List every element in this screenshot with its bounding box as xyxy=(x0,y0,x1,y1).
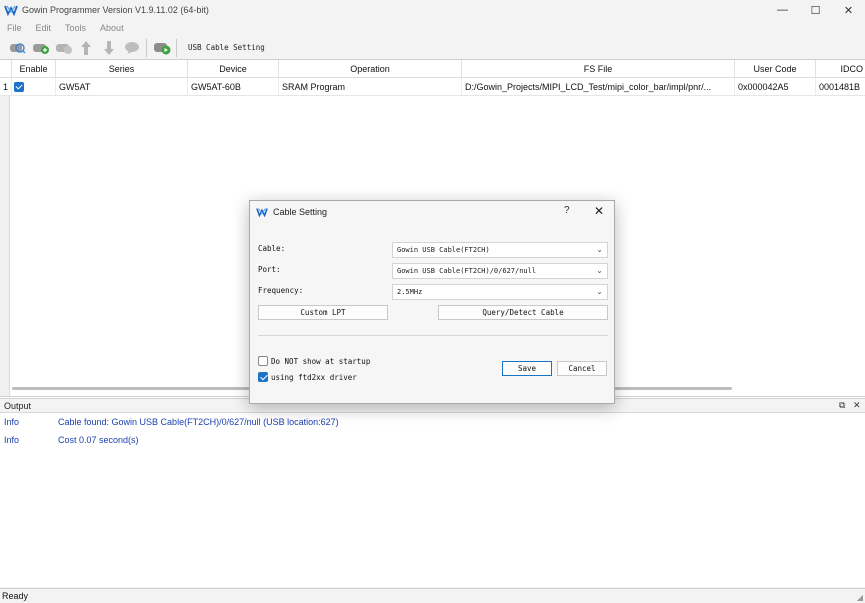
help-button[interactable]: ? xyxy=(564,205,570,216)
log-type: Info xyxy=(4,435,20,445)
port-label: Port: xyxy=(258,265,281,274)
cable-row: Cable: Gowin USB Cable(FT2CH) ⌄ xyxy=(258,242,608,258)
frequency-select[interactable]: 2.5MHz ⌄ xyxy=(392,284,608,300)
ftd2xx-label: using ftd2xx driver xyxy=(271,372,357,382)
menu-about[interactable]: About xyxy=(93,23,131,33)
cell-idcode: 0001481B xyxy=(819,82,861,92)
gowin-logo-icon xyxy=(4,5,18,17)
log-entry: Info Cost 0.07 second(s) xyxy=(0,431,865,449)
header-enable[interactable]: Enable xyxy=(12,60,56,77)
dont-show-option[interactable]: Do NOT show at startup xyxy=(258,355,370,367)
remove-device-button[interactable] xyxy=(52,38,74,58)
status-text: Ready xyxy=(2,591,29,601)
move-up-button[interactable] xyxy=(75,38,97,58)
output-title: Output xyxy=(4,400,32,411)
dont-show-label: Do NOT show at startup xyxy=(271,356,371,366)
port-value: Gowin USB Cable(FT2CH)/0/627/null xyxy=(397,267,537,275)
cell-series: GW5AT xyxy=(56,78,188,95)
table-header: Enable Series Device Operation FS File U… xyxy=(0,60,865,78)
port-row: Port: Gowin USB Cable(FT2CH)/0/627/null … xyxy=(258,263,608,279)
cable-value: Gowin USB Cable(FT2CH) xyxy=(397,246,490,254)
close-window-button[interactable]: ✕ xyxy=(832,0,865,20)
toolbar-divider-2 xyxy=(176,38,177,57)
log-entry: Info Cable found: Gowin USB Cable(FT2CH)… xyxy=(0,413,865,431)
header-idcode[interactable]: IDCO xyxy=(816,60,865,77)
resize-grip-icon[interactable]: ◢ xyxy=(857,593,863,602)
dialog-title-bar: Cable Setting ? ✕ xyxy=(250,201,614,223)
frequency-value: 2.5MHz xyxy=(397,288,423,296)
dialog-divider xyxy=(258,335,608,336)
arrow-up-icon xyxy=(81,40,91,55)
header-device[interactable]: Device xyxy=(188,60,279,77)
cell-fs-file[interactable]: D:/Gowin_Projects/MIPI_LCD_Test/mipi_col… xyxy=(462,78,735,95)
log-type: Info xyxy=(4,417,20,427)
dont-show-checkbox[interactable] xyxy=(258,356,268,366)
cell-operation[interactable]: SRAM Program xyxy=(279,78,462,95)
output-log: Info Cable found: Gowin USB Cable(FT2CH)… xyxy=(0,412,865,587)
row-number: 1 xyxy=(0,78,12,95)
float-panel-icon[interactable]: ⧉ xyxy=(839,400,845,411)
program-device-button[interactable] xyxy=(151,38,173,58)
port-select[interactable]: Gowin USB Cable(FT2CH)/0/627/null ⌄ xyxy=(392,263,608,279)
chevron-down-icon: ⌄ xyxy=(596,245,603,254)
close-panel-icon[interactable]: ✕ xyxy=(853,400,861,411)
scan-device-icon xyxy=(9,43,26,54)
cable-label: Cable: xyxy=(258,244,286,253)
maximize-button[interactable]: ☐ xyxy=(799,0,832,20)
chevron-down-icon: ⌄ xyxy=(596,266,603,275)
frequency-row: Frequency: 2.5MHz ⌄ xyxy=(258,284,608,300)
arrow-down-icon xyxy=(104,40,114,55)
config-device-button[interactable] xyxy=(121,38,143,58)
row-gutter xyxy=(0,96,10,396)
window-title: Gowin Programmer Version V1.9.11.02 (64-… xyxy=(22,5,209,15)
move-down-button[interactable] xyxy=(98,38,120,58)
ftd2xx-option[interactable]: using ftd2xx driver xyxy=(258,371,357,383)
cell-user-code: 0x000042A5 xyxy=(735,78,816,95)
dialog-title: Cable Setting xyxy=(273,207,328,217)
header-fs-file[interactable]: FS File xyxy=(462,60,735,77)
header-user-code[interactable]: User Code xyxy=(735,60,816,77)
ftd2xx-checkbox[interactable] xyxy=(258,372,268,382)
dialog-close-button[interactable]: ✕ xyxy=(594,204,604,218)
custom-lpt-button[interactable]: Custom LPT xyxy=(258,305,388,320)
menu-bar: File Edit Tools About xyxy=(0,20,865,36)
save-button[interactable]: Save xyxy=(502,361,552,376)
log-message: Cost 0.07 second(s) xyxy=(58,435,139,445)
header-operation[interactable]: Operation xyxy=(279,60,462,77)
toolbar-divider xyxy=(146,38,147,57)
enable-checkbox-cell[interactable] xyxy=(12,78,56,95)
gowin-logo-icon xyxy=(256,208,268,218)
config-device-icon xyxy=(124,42,139,54)
usb-cable-setting-button[interactable]: USB Cable Setting xyxy=(188,43,265,52)
remove-device-icon xyxy=(55,44,72,54)
add-device-icon xyxy=(32,44,49,54)
title-bar: Gowin Programmer Version V1.9.11.02 (64-… xyxy=(0,0,865,20)
add-device-button[interactable] xyxy=(29,38,51,58)
table-row[interactable]: 1 GW5AT GW5AT-60B SRAM Program D:/Gowin_… xyxy=(0,78,865,96)
header-rownum xyxy=(0,60,12,77)
header-series[interactable]: Series xyxy=(56,60,188,77)
scan-device-button[interactable] xyxy=(6,38,28,58)
cable-select[interactable]: Gowin USB Cable(FT2CH) ⌄ xyxy=(392,242,608,258)
minimize-button[interactable]: — xyxy=(766,0,799,20)
cell-device: GW5AT-60B xyxy=(188,78,279,95)
menu-file[interactable]: File xyxy=(0,23,29,33)
menu-tools[interactable]: Tools xyxy=(58,23,93,33)
query-detect-cable-button[interactable]: Query/Detect Cable xyxy=(438,305,608,320)
cancel-button[interactable]: Cancel xyxy=(557,361,607,376)
toolbar: USB Cable Setting xyxy=(0,36,865,60)
cable-setting-dialog: Cable Setting ? ✕ Cable: Gowin USB Cable… xyxy=(249,200,615,404)
status-bar: Ready ◢ xyxy=(0,588,865,603)
log-message: Cable found: Gowin USB Cable(FT2CH)/0/62… xyxy=(58,417,339,427)
menu-edit[interactable]: Edit xyxy=(29,23,59,33)
frequency-label: Frequency: xyxy=(258,286,304,295)
program-device-icon xyxy=(154,43,171,55)
enable-checkbox[interactable] xyxy=(14,81,24,92)
chevron-down-icon: ⌄ xyxy=(596,287,603,296)
